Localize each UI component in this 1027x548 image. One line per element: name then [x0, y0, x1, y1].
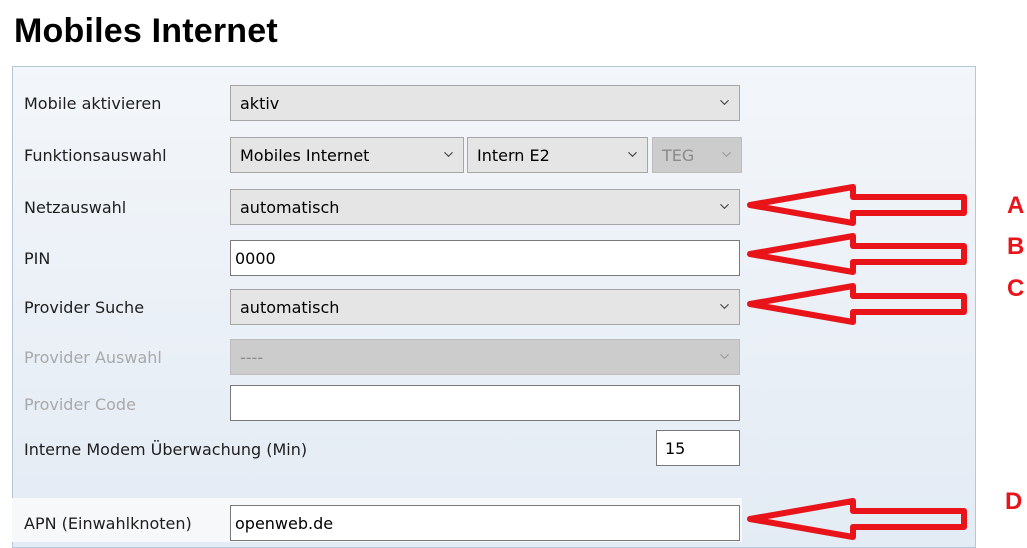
- page-title: Mobiles Internet: [14, 12, 278, 50]
- funktionsauswahl-label: Funktionsauswahl: [24, 146, 167, 165]
- mobile-aktivieren-select[interactable]: aktiv: [230, 85, 740, 121]
- arrow-b-icon: [747, 233, 967, 275]
- pin-value: 0000: [235, 249, 276, 268]
- arrow-a-icon: [747, 184, 967, 226]
- mobile-aktivieren-value: aktiv: [240, 94, 280, 113]
- provider-suche-label: Provider Suche: [24, 298, 145, 317]
- apn-input[interactable]: openweb.de: [230, 505, 740, 541]
- mobile-aktivieren-label: Mobile aktivieren: [24, 94, 162, 113]
- modem-ueberwachung-label: Interne Modem Überwachung (Min): [24, 440, 308, 459]
- provider-auswahl-label: Provider Auswahl: [24, 348, 162, 367]
- teg-value: TEG: [662, 146, 695, 165]
- provider-code-label: Provider Code: [24, 395, 136, 414]
- annotation-letter-d: D: [1005, 488, 1023, 515]
- chevron-down-icon: [720, 99, 729, 106]
- modem-ueberwachung-value: 15: [665, 439, 686, 458]
- provider-auswahl-select: ----: [230, 339, 740, 375]
- provider-suche-value: automatisch: [240, 298, 340, 317]
- modem-ueberwachung-input[interactable]: 15: [656, 430, 740, 466]
- annotation-letter-c: C: [1007, 275, 1025, 302]
- funktionsauswahl-value: Mobiles Internet: [240, 146, 370, 165]
- arrow-c-icon: [747, 283, 967, 325]
- annotation-letter-a: A: [1007, 192, 1025, 219]
- provider-code-input[interactable]: [230, 385, 740, 421]
- chevron-down-icon: [720, 203, 729, 210]
- annotation-letter-b: B: [1007, 233, 1025, 260]
- modem-select[interactable]: Intern E2: [467, 137, 648, 173]
- pin-label: PIN: [24, 249, 51, 268]
- netzauswahl-value: automatisch: [240, 198, 340, 217]
- provider-auswahl-value: ----: [240, 348, 264, 367]
- apn-label: APN (Einwahlknoten): [24, 514, 192, 533]
- chevron-down-icon: [444, 151, 453, 158]
- arrow-d-icon: [747, 498, 967, 540]
- netzauswahl-label: Netzauswahl: [24, 198, 127, 217]
- teg-select: TEG: [652, 137, 742, 173]
- pin-input[interactable]: 0000: [230, 240, 740, 276]
- apn-value: openweb.de: [235, 514, 334, 533]
- chevron-down-icon: [720, 353, 729, 360]
- chevron-down-icon: [720, 303, 729, 310]
- chevron-down-icon: [628, 151, 637, 158]
- funktionsauswahl-select[interactable]: Mobiles Internet: [230, 137, 464, 173]
- modem-value: Intern E2: [477, 146, 550, 165]
- provider-suche-select[interactable]: automatisch: [230, 289, 740, 325]
- netzauswahl-select[interactable]: automatisch: [230, 189, 740, 225]
- chevron-down-icon: [722, 151, 731, 158]
